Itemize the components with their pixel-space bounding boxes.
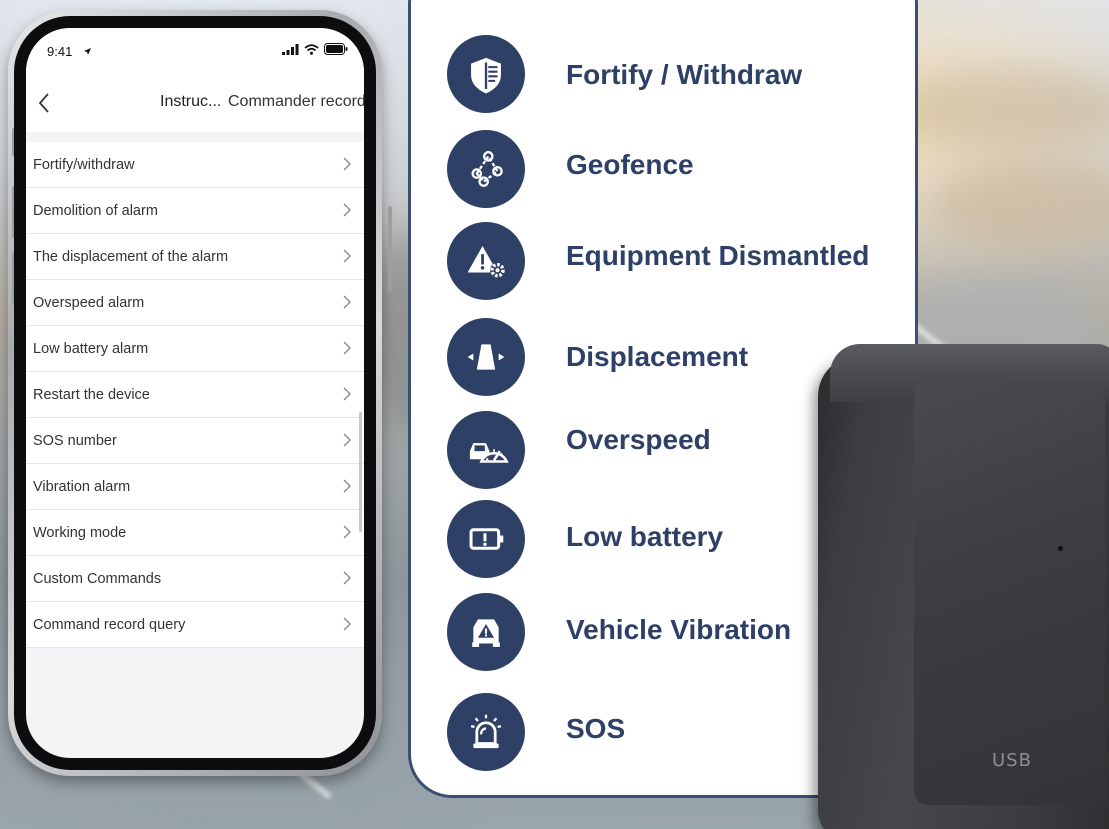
feature-label: Low battery — [566, 521, 724, 552]
menu-item[interactable]: Overspeed alarm — [26, 280, 364, 326]
product-scene: 9:41 Instruc... Commander record Fortify… — [0, 0, 1109, 829]
battery-icon — [447, 500, 525, 578]
siren-icon — [447, 693, 525, 771]
menu-item-label: Overspeed alarm — [33, 294, 145, 311]
chevron-right-icon — [343, 249, 351, 263]
wifi-icon — [304, 43, 319, 55]
battery-status-icon — [324, 43, 348, 55]
scroll-indicator — [359, 412, 362, 532]
phone-screen: 9:41 Instruc... Commander record Fortify… — [26, 28, 364, 758]
menu-item-label: Custom Commands — [33, 570, 162, 587]
feature-label: Vehicle Vibration — [566, 614, 792, 645]
menu-item-label: Working mode — [33, 524, 127, 541]
status-icons — [282, 43, 348, 55]
phone-side-button — [388, 206, 392, 292]
menu-item[interactable]: Restart the device — [26, 372, 364, 418]
menu-item[interactable]: Working mode — [26, 510, 364, 556]
menu-item-label: Restart the device — [33, 386, 150, 403]
instruction-menu-list: Fortify/withdraw Demolition of alarm The d… — [26, 142, 364, 648]
chevron-right-icon — [343, 479, 351, 493]
cellular-signal-icon — [282, 43, 299, 55]
menu-item[interactable]: Low battery alarm — [26, 326, 364, 372]
smartphone: 9:41 Instruc... Commander record Fortify… — [8, 10, 392, 776]
menu-item-label: Low battery alarm — [33, 340, 149, 357]
device-face — [914, 380, 1105, 805]
menu-item-label: Command record query — [33, 616, 186, 633]
feature-label: Overspeed — [566, 424, 711, 455]
feature-label: SOS — [566, 713, 626, 744]
back-chevron-icon[interactable] — [34, 90, 56, 116]
shield-icon — [447, 35, 525, 113]
menu-item-label: Vibration alarm — [33, 478, 131, 495]
menu-item-label: Fortify/withdraw — [33, 156, 135, 173]
menu-item[interactable]: Demolition of alarm — [26, 188, 364, 234]
menu-item-label: SOS number — [33, 432, 117, 449]
chevron-right-icon — [343, 341, 351, 355]
geofence-icon — [447, 130, 525, 208]
speedometer-icon — [447, 411, 525, 489]
feature-label: Displacement — [566, 341, 749, 372]
feature-label: Equipment Dismantled — [566, 240, 870, 271]
device-indicator-light — [1058, 546, 1063, 551]
chevron-right-icon — [343, 157, 351, 171]
menu-item[interactable]: Fortify/withdraw — [26, 142, 364, 188]
menu-item-label: Demolition of alarm — [33, 202, 158, 219]
car-warning-icon — [447, 593, 525, 671]
chevron-right-icon — [343, 571, 351, 585]
status-bar: 9:41 — [26, 28, 364, 74]
background-blur — [930, 160, 1109, 250]
menu-item[interactable]: The displacement of the alarm — [26, 234, 364, 280]
chevron-right-icon — [343, 295, 351, 309]
menu-item-label: The displacement of the alarm — [33, 248, 229, 265]
warning-gear-icon — [447, 222, 525, 300]
chevron-right-icon — [343, 203, 351, 217]
menu-item[interactable]: SOS number — [26, 418, 364, 464]
displacement-icon — [447, 318, 525, 396]
chevron-right-icon — [343, 617, 351, 631]
usb-port-label: USB — [992, 750, 1032, 771]
page-title: Instruc... — [160, 93, 222, 110]
chevron-right-icon — [343, 387, 351, 401]
menu-item[interactable]: Custom Commands — [26, 556, 364, 602]
commander-record-link[interactable]: Commander record — [228, 93, 364, 111]
status-time: 9:41 — [47, 44, 73, 59]
chevron-right-icon — [343, 433, 351, 447]
navigation-bar: Instruc... Commander record — [26, 74, 364, 132]
feature-label: Fortify / Withdraw — [566, 59, 803, 90]
menu-item[interactable]: Vibration alarm — [26, 464, 364, 510]
chevron-right-icon — [343, 525, 351, 539]
feature-label: Geofence — [566, 149, 694, 180]
menu-item[interactable]: Command record query — [26, 602, 364, 648]
location-arrow-icon — [84, 48, 91, 55]
gps-tracker-device: USB — [818, 344, 1109, 829]
